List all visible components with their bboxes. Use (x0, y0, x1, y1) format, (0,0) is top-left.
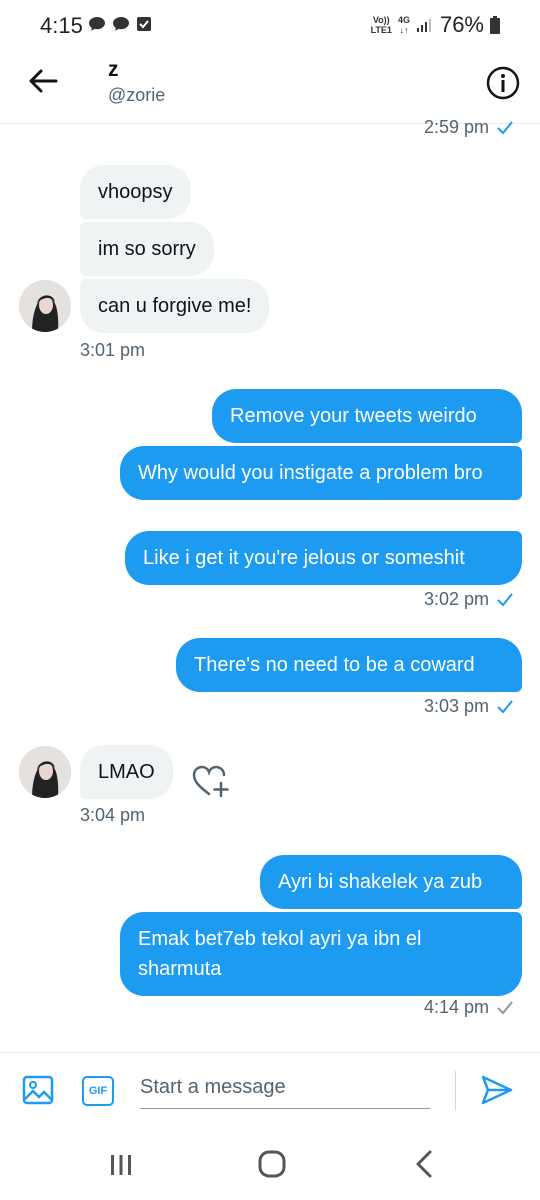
recent-apps-icon[interactable] (108, 1154, 134, 1176)
read-check-icon (497, 699, 513, 713)
sent-message[interactable]: There's no need to be a coward (176, 638, 522, 692)
sent-message[interactable]: Remove your tweets weirdo (212, 389, 522, 443)
received-message[interactable]: LMAO (80, 745, 173, 799)
received-message[interactable]: vhoopsy (80, 165, 191, 219)
sent-message[interactable]: Like i get it you're jelous or someshit (125, 531, 522, 585)
image-icon[interactable] (22, 1074, 54, 1106)
battery-percent: 76% (439, 12, 484, 37)
sent-check-icon (497, 1000, 513, 1014)
sent-message[interactable]: Ayri bi shakelek ya zub (260, 855, 522, 909)
notification-icons (88, 16, 152, 32)
message-timestamp: 3:04 pm (80, 805, 146, 825)
volte-indicator: Vo)) LTE1 (370, 15, 392, 35)
check-notification-icon (137, 17, 151, 31)
received-message[interactable]: im so sorry (80, 222, 214, 276)
home-icon[interactable] (258, 1150, 286, 1178)
info-icon[interactable] (486, 66, 520, 100)
sent-message[interactable]: Emak bet7eb tekol ayri ya ibn el sharmut… (120, 912, 522, 996)
heart-plus-icon[interactable] (192, 764, 230, 798)
avatar-image (19, 280, 71, 332)
composer-divider (455, 1071, 456, 1111)
status-right: Vo)) LTE1 4G ↓↑ 76% (371, 12, 500, 38)
avatar[interactable] (19, 280, 71, 332)
sent-message[interactable]: Why would you instigate a problem bro (120, 446, 522, 500)
message-composer: GIF (0, 1052, 540, 1128)
battery-icon (490, 16, 500, 34)
message-notification-icon (89, 17, 105, 31)
message-input[interactable] (140, 1067, 430, 1109)
avatar[interactable] (19, 746, 71, 798)
contact-handle[interactable]: @zorie (108, 85, 165, 106)
received-message[interactable]: can u forgive me! (80, 279, 270, 333)
message-timestamp: 4:14 pm (424, 997, 513, 1018)
avatar-image (19, 746, 71, 798)
read-check-icon (497, 592, 513, 606)
conversation-header: z @zorie (0, 52, 540, 124)
read-check-icon (497, 120, 513, 134)
message-notification-icon (113, 17, 129, 31)
message-timestamp: 3:01 pm (80, 340, 146, 360)
message-timestamp: 2:59 pm (424, 117, 513, 138)
status-time: 4:15 (40, 13, 83, 38)
arrow-left-icon[interactable] (26, 64, 60, 98)
status-bar: 4:15 Vo)) LTE1 4G ↓↑ 76% (0, 0, 540, 52)
signal-icon (416, 19, 431, 32)
message-timestamp: 3:02 pm (424, 589, 513, 610)
data-indicator: 4G ↓↑ (397, 15, 410, 35)
send-icon[interactable] (480, 1073, 514, 1107)
system-nav-bar (0, 1128, 540, 1200)
contact-name[interactable]: z (108, 58, 119, 82)
gif-button[interactable]: GIF (82, 1076, 114, 1106)
system-back-icon[interactable] (412, 1150, 436, 1178)
message-timestamp: 3:03 pm (424, 696, 513, 717)
